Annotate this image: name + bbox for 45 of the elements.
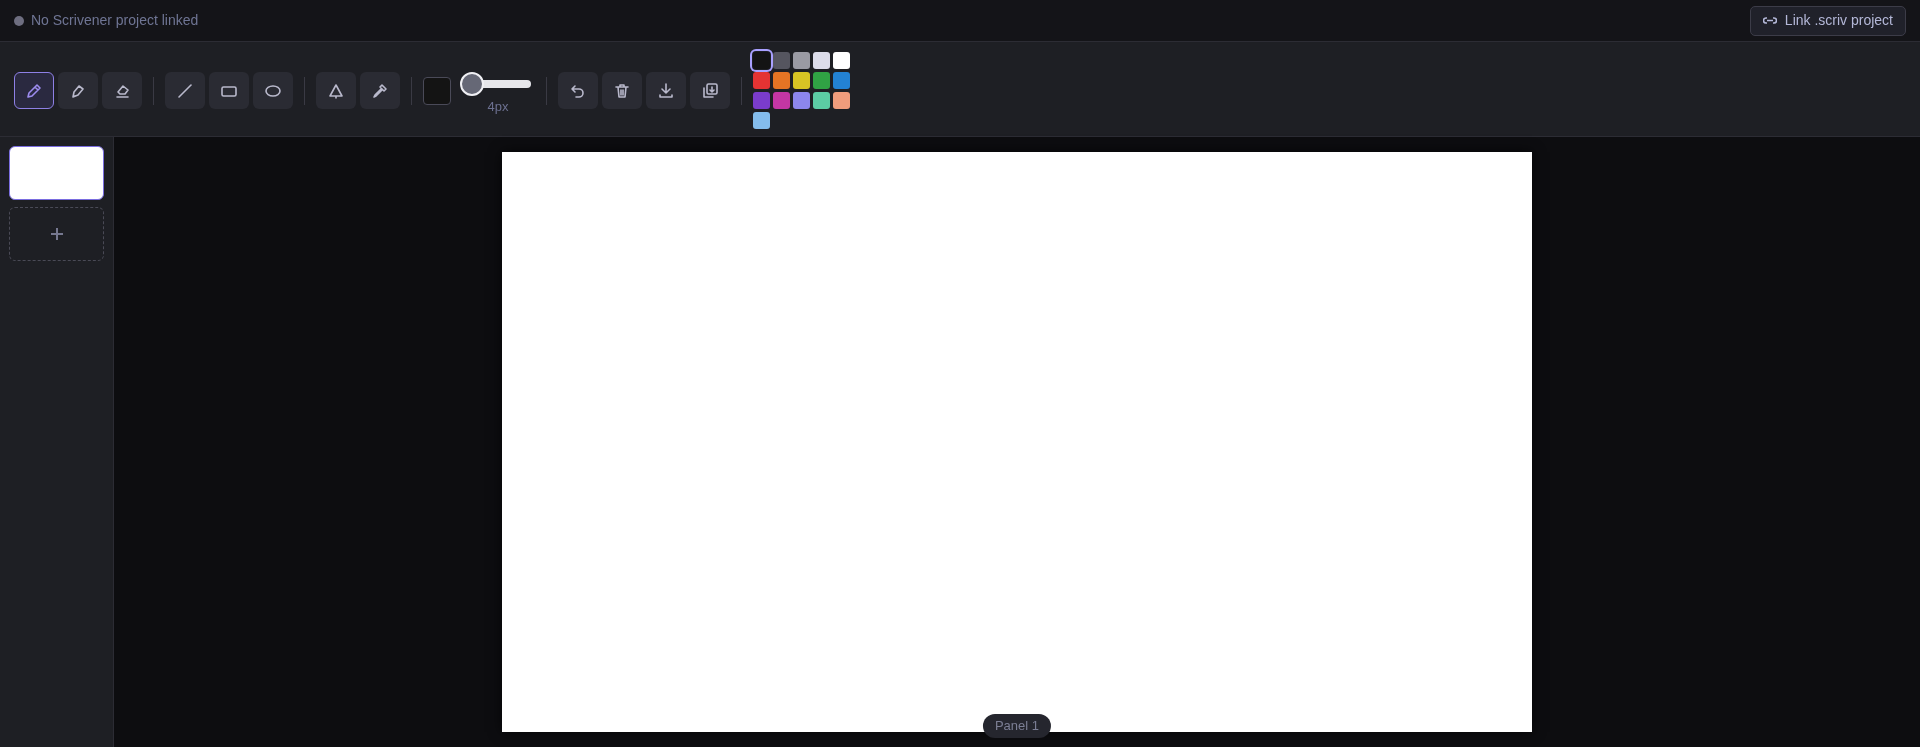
palette-swatch[interactable] xyxy=(793,72,810,89)
eraser-tool-button[interactable] xyxy=(102,72,142,109)
duplicate-tool-button[interactable] xyxy=(690,72,730,109)
palette-swatch[interactable] xyxy=(813,72,830,89)
fill-tool-button[interactable] xyxy=(316,72,356,109)
add-panel-button[interactable] xyxy=(9,207,104,261)
panel-label-tooltip: Panel 1 xyxy=(982,714,1052,738)
marker-tool-button[interactable] xyxy=(58,72,98,109)
palette-swatch[interactable] xyxy=(773,52,790,69)
palette-swatch[interactable] xyxy=(773,92,790,109)
palette-swatch[interactable] xyxy=(833,52,850,69)
trash-tool-button[interactable] xyxy=(602,72,642,109)
pencil-tool-button[interactable] xyxy=(14,72,54,109)
triangle-icon xyxy=(327,81,345,100)
palette-swatch[interactable] xyxy=(793,92,810,109)
duplicate-icon xyxy=(701,81,719,100)
palette-swatch[interactable] xyxy=(753,112,770,129)
brush-size-reading: 4px xyxy=(487,98,509,116)
palette-swatch[interactable] xyxy=(833,92,850,109)
pencil-icon xyxy=(25,81,43,100)
eyedropper-icon xyxy=(371,81,389,100)
line-icon xyxy=(176,81,194,100)
eyedropper-tool-button[interactable] xyxy=(360,72,400,109)
plus-icon xyxy=(49,227,64,241)
ellipse-tool-button[interactable] xyxy=(253,72,293,109)
palette-swatch[interactable] xyxy=(753,52,770,69)
panel-thumbnail[interactable] xyxy=(9,146,104,200)
undo-tool-button[interactable] xyxy=(558,72,598,109)
trash-icon xyxy=(613,81,631,100)
download-icon xyxy=(657,81,675,100)
palette-swatch[interactable] xyxy=(813,52,830,69)
palette-swatch[interactable] xyxy=(833,72,850,89)
palette-swatch[interactable] xyxy=(753,72,770,89)
link-project-button[interactable]: Link .scriv project xyxy=(1749,5,1906,36)
palette-swatch[interactable] xyxy=(813,92,830,109)
palette-swatch[interactable] xyxy=(793,52,810,69)
link-icon xyxy=(1762,16,1777,25)
status-text: No Scrivener project linked xyxy=(31,11,199,30)
palette-swatch[interactable] xyxy=(773,72,790,89)
download-tool-button[interactable] xyxy=(646,72,686,109)
palette-swatch[interactable] xyxy=(753,92,770,109)
line-tool-button[interactable] xyxy=(165,72,205,109)
rect-tool-button[interactable] xyxy=(209,72,249,109)
slider-thumb[interactable] xyxy=(460,72,485,96)
current-color-swatch[interactable] xyxy=(423,77,451,105)
